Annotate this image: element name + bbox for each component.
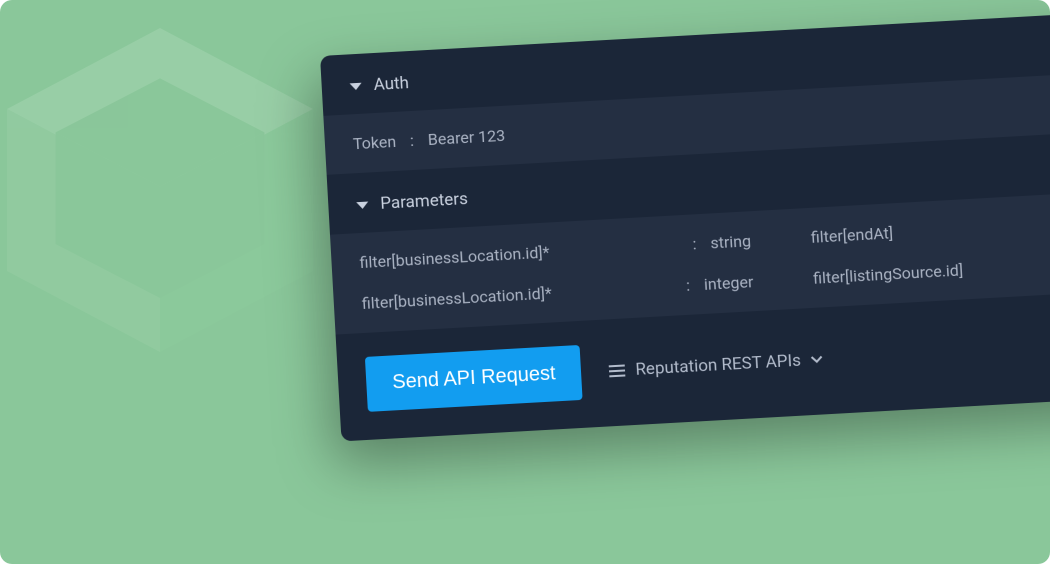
parameter-type: string xyxy=(710,231,752,252)
auth-token-value: Bearer 123 xyxy=(427,126,505,149)
parameter-separator: : xyxy=(686,276,691,295)
parameter-row: filter[endAt] : string xyxy=(810,206,1050,247)
caret-down-icon xyxy=(350,82,362,90)
auth-token-label: Token xyxy=(352,132,396,153)
parameter-name: filter[businessLocation.id]* xyxy=(361,277,672,313)
parameter-type: integer xyxy=(703,272,753,294)
caret-down-icon xyxy=(356,201,368,209)
api-selector-label: Reputation REST APIs xyxy=(635,350,802,379)
parameter-row: filter[listingSource.id] : integer xyxy=(813,247,1050,288)
chevron-down-icon xyxy=(811,355,823,364)
cube-decoration xyxy=(0,10,340,370)
send-api-request-button[interactable]: Send API Request xyxy=(365,345,583,412)
parameter-name: filter[businessLocation.id]* xyxy=(359,235,679,272)
stage: Auth Token : Bearer 123 Parameters filte… xyxy=(0,0,1050,564)
parameters-section-title: Parameters xyxy=(380,189,469,214)
api-selector[interactable]: Reputation REST APIs xyxy=(609,349,823,381)
parameter-row: filter[businessLocation.id]* : integer xyxy=(361,272,753,313)
menu-icon xyxy=(609,363,626,378)
parameter-separator: : xyxy=(692,234,697,253)
api-explorer-panel: Auth Token : Bearer 123 Parameters filte… xyxy=(320,6,1050,442)
auth-section-title: Auth xyxy=(373,73,409,95)
auth-token-separator: : xyxy=(410,131,415,150)
parameter-name: filter[listingSource.id] xyxy=(813,251,1050,287)
parameter-row: filter[businessLocation.id]* : string xyxy=(359,231,751,272)
parameter-name: filter[endAt] xyxy=(810,210,1050,247)
